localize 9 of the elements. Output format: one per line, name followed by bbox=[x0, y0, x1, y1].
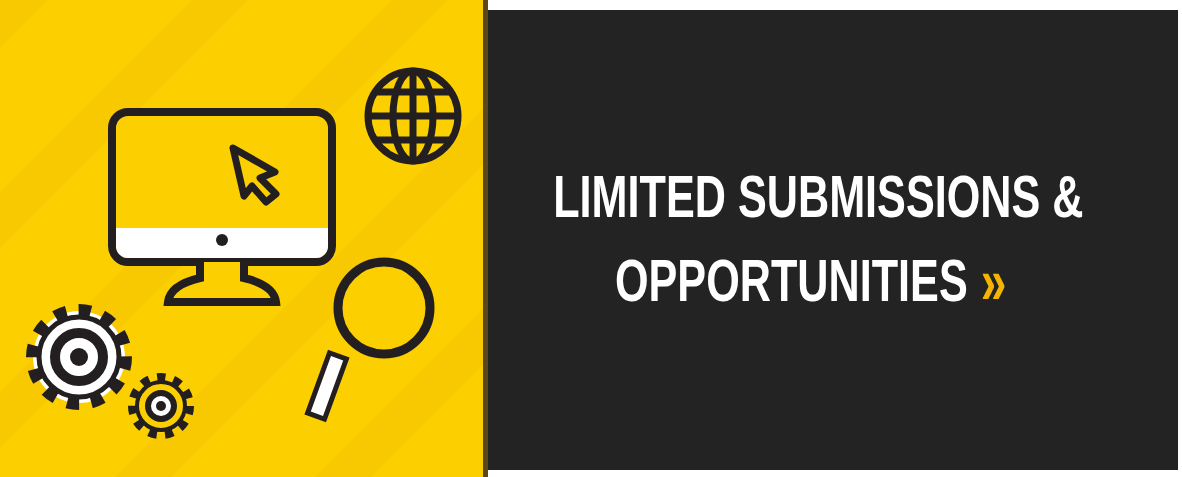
headline-text: LIMITED SUBMISSIONS & bbox=[552, 167, 1084, 227]
headline-text: OPPORTUNITIES bbox=[615, 251, 968, 311]
globe-icon bbox=[364, 67, 462, 165]
monitor-icon bbox=[108, 108, 336, 306]
small-gear-icon bbox=[128, 373, 194, 439]
magnifier-icon bbox=[304, 257, 435, 423]
gear-icon bbox=[26, 304, 132, 410]
chevron-icon[interactable]: » bbox=[980, 249, 1007, 313]
cursor-icon bbox=[229, 144, 280, 206]
